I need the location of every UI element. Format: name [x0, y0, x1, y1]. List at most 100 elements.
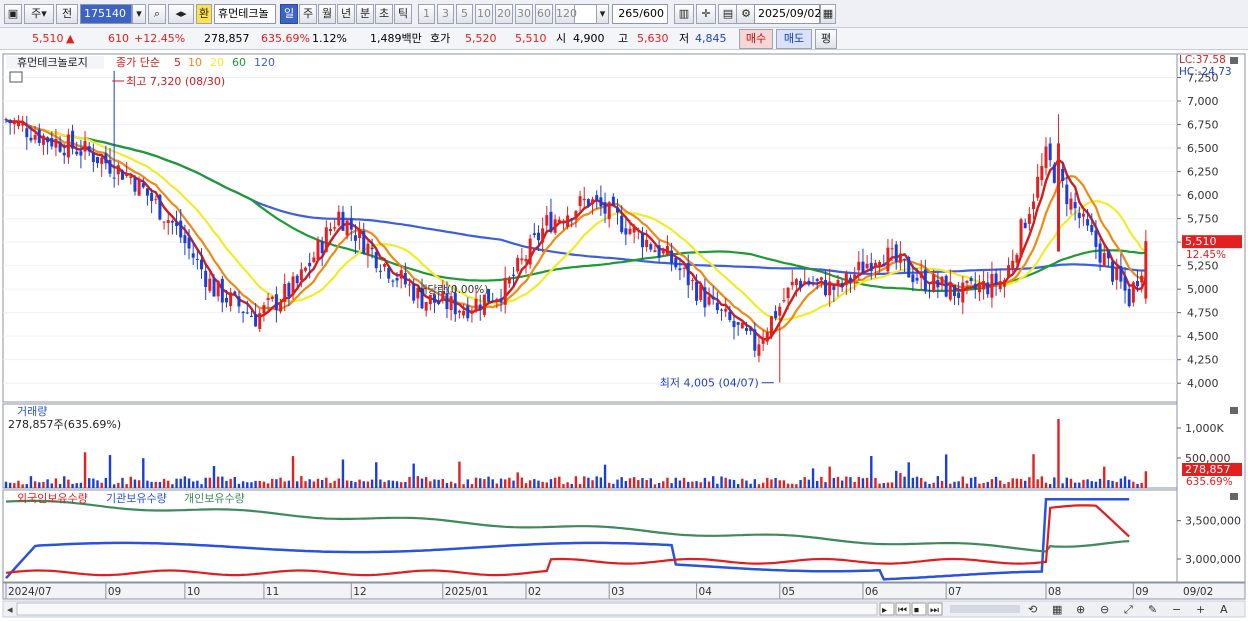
volume-bar — [1103, 466, 1106, 488]
speaker-icon[interactable]: ◂▸ — [168, 4, 194, 24]
candle-body — [254, 314, 258, 327]
panel-close-price-icon[interactable] — [1230, 57, 1238, 64]
volume-bar — [237, 483, 241, 488]
candle-body — [528, 238, 532, 265]
y-tick-label: 5,750 — [1187, 213, 1219, 226]
candle-body — [728, 311, 732, 321]
interval-button-30[interactable]: 30 — [515, 4, 533, 24]
volume-panel[interactable] — [2, 403, 1178, 489]
eval-button[interactable]: 평 — [815, 29, 837, 49]
period-tab-4[interactable]: 분 — [356, 4, 374, 24]
volume-bar — [795, 484, 798, 488]
interval-button-60[interactable]: 60 — [535, 4, 553, 24]
volume-bar — [154, 481, 157, 488]
tool-icon-4: ⤢ — [1124, 603, 1133, 616]
period-tab-3[interactable]: 년 — [337, 4, 355, 24]
x-tick-label: 11 — [266, 586, 279, 598]
x-tick-label: 12 — [353, 586, 366, 598]
candle-body — [25, 128, 29, 138]
interval-dropdown-icon[interactable]: ▾ — [596, 4, 609, 24]
crosshair-icon[interactable]: ✛ — [696, 4, 716, 24]
candle-body — [536, 232, 540, 241]
volume-bar — [71, 483, 74, 488]
volume-bar — [645, 479, 648, 488]
interval-button-10[interactable]: 10 — [475, 4, 493, 24]
gear-icon[interactable]: ⚙ — [736, 4, 756, 24]
date-field[interactable]: 2025/09/02 — [754, 4, 821, 24]
candle-type-icon[interactable]: ▥ — [674, 4, 694, 24]
volume-bar — [291, 456, 295, 488]
volume-bar — [100, 482, 103, 488]
won-badge[interactable]: 환 — [196, 4, 212, 24]
stock-code-input[interactable]: 175140 — [80, 4, 132, 24]
interval-button-3[interactable]: 3 — [437, 4, 454, 24]
trade-amount: 1,489백만 — [370, 32, 422, 45]
candle-body — [761, 338, 765, 344]
x-tick-label: 07 — [948, 586, 961, 598]
volume-bar — [824, 482, 827, 488]
volume-bar — [778, 480, 781, 488]
code-dropdown-icon[interactable]: ▾ — [132, 4, 146, 24]
interval-button-20[interactable]: 20 — [495, 4, 513, 24]
volume-bar — [541, 481, 544, 488]
candle-body — [890, 248, 894, 250]
candle-body — [670, 250, 674, 263]
volume-bar — [316, 478, 320, 488]
volume-bar — [699, 482, 702, 488]
candle-body — [844, 272, 848, 286]
volume-bar — [1036, 479, 1039, 488]
volume-bar — [254, 480, 257, 488]
volume-bar — [271, 478, 274, 488]
open-label: 시 — [556, 32, 567, 45]
candle-body — [591, 199, 595, 205]
table-toggle-icon[interactable] — [9, 71, 23, 83]
candle-body — [58, 142, 62, 152]
candle-body — [1127, 288, 1131, 307]
candle-body — [998, 281, 1002, 290]
candle-body — [370, 247, 374, 250]
window-icon[interactable]: ▣ — [4, 4, 22, 24]
holdings-panel[interactable] — [2, 489, 1178, 583]
prev-button[interactable]: 전 — [56, 4, 78, 24]
candle-body — [1123, 276, 1127, 291]
volume-bar — [216, 476, 220, 488]
count-field[interactable]: 265/600 — [612, 4, 668, 24]
search-icon[interactable]: ⌕ — [148, 4, 166, 24]
candle-body — [1061, 168, 1065, 182]
candle-body — [66, 134, 70, 158]
interval-button-5[interactable]: 5 — [456, 4, 473, 24]
volume-bar — [208, 477, 212, 488]
print-icon[interactable]: ▤ — [718, 4, 738, 24]
volume-bar — [283, 481, 286, 488]
volume-bar — [25, 484, 28, 488]
panel-close-holdings-icon[interactable] — [1230, 493, 1238, 500]
volume-bar — [674, 477, 677, 488]
up-arrow-icon: ▲ — [66, 32, 75, 45]
zoom-slider[interactable] — [950, 605, 1020, 613]
stock-chart[interactable]: 7,2507,0006,7506,5006,2506,0005,7505,500… — [0, 50, 1248, 621]
panel-close-volume-icon[interactable] — [1230, 407, 1238, 414]
period-tab-5[interactable]: 초 — [375, 4, 393, 24]
candle-body — [977, 285, 981, 293]
interval-button-1[interactable]: 1 — [418, 4, 435, 24]
volume-bar — [137, 480, 141, 488]
buy-button[interactable]: 매수 — [739, 29, 773, 49]
vol-last-pct: 635.69% — [1186, 476, 1233, 488]
calendar-icon[interactable]: ▦ — [820, 4, 836, 24]
period-tab-2[interactable]: 월 — [318, 4, 336, 24]
candle-body — [628, 228, 632, 235]
period-tab-1[interactable]: 주 — [299, 4, 317, 24]
candle-body — [158, 194, 162, 220]
candle-body — [982, 281, 986, 290]
interval-button-120[interactable]: 120 — [555, 4, 577, 24]
candle-body — [819, 277, 823, 280]
period-tab-6[interactable]: 틱 — [394, 4, 412, 24]
horizontal-scroll-track[interactable] — [16, 602, 878, 616]
candle-body — [112, 177, 116, 179]
price-panel[interactable] — [2, 53, 1178, 403]
period-tab-0[interactable]: 일 — [280, 4, 298, 24]
volume-bar — [512, 480, 515, 488]
market-select[interactable]: 주▾ — [24, 4, 54, 24]
toolbar: ▣ 주▾ 전 175140 ▾ ⌕ ◂▸ 환 휴먼테크놀 ▾ 265/600 ▥… — [0, 0, 1248, 28]
sell-button[interactable]: 매도 — [776, 29, 812, 49]
